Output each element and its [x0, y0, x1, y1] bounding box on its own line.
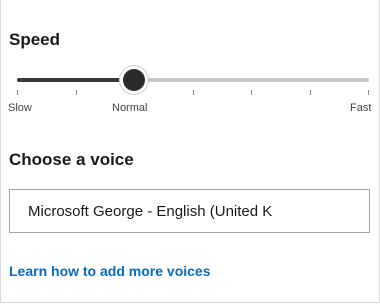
- voice-select[interactable]: Microsoft George - English (United K: [9, 189, 370, 233]
- choose-voice-heading: Choose a voice: [9, 150, 134, 169]
- speed-slider[interactable]: [17, 65, 369, 95]
- speed-slider-tick: [309, 90, 311, 95]
- voice-select-value: Microsoft George - English (United K: [28, 202, 273, 220]
- learn-more-voices-link[interactable]: Learn how to add more voices: [9, 262, 211, 280]
- speed-slider-thumb-center: [123, 69, 146, 91]
- speed-label-slow: Slow: [8, 102, 32, 114]
- speed-slider-thumb[interactable]: [119, 65, 150, 95]
- speed-label-normal: Normal: [112, 102, 148, 114]
- speed-label-fast: Fast: [350, 102, 372, 114]
- speed-heading: Speed: [9, 30, 61, 49]
- speed-slider-tick: [251, 90, 252, 95]
- speed-slider-tick: [192, 90, 194, 95]
- speed-slider-tick: [17, 90, 18, 95]
- speed-slider-tick: [368, 90, 369, 95]
- speed-slider-tick: [75, 90, 77, 95]
- read-aloud-voice-panel: Speed Slow Normal Fast Choose a voice Mi…: [0, 0, 380, 303]
- speed-slider-track-fill: [17, 78, 135, 82]
